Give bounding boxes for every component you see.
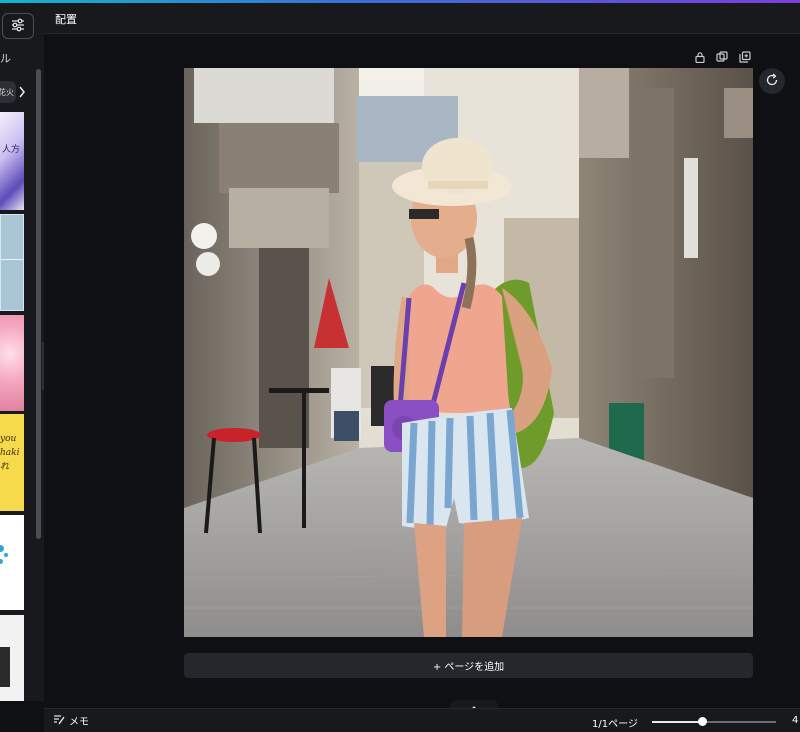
lock-button[interactable] <box>692 49 708 65</box>
zoom-level[interactable]: 4 <box>792 715 798 726</box>
template-thumbnail[interactable]: 人方 <box>0 112 24 210</box>
filter-chip-hanabi[interactable]: 花火 <box>0 81 16 103</box>
section-label: ル <box>0 52 11 65</box>
duplicate-icon <box>716 48 728 67</box>
add-page-button[interactable]: + ページを追加 <box>184 653 753 678</box>
chevron-right-icon[interactable] <box>16 85 28 99</box>
lock-icon <box>694 48 706 67</box>
template-thumbnail[interactable]: you haki れ <box>0 414 24 511</box>
filter-button[interactable] <box>2 13 34 39</box>
page-indicator[interactable]: 1/1ページ <box>592 715 638 730</box>
refresh-icon <box>765 72 779 91</box>
editor-footer: メモ 1/1ページ 4 <box>44 708 800 732</box>
thumbnail-text: 人方 <box>2 145 21 155</box>
scrollbar[interactable] <box>36 69 41 539</box>
notes-button[interactable]: メモ <box>53 713 89 728</box>
notes-icon <box>53 713 65 728</box>
duplicate-page-button[interactable] <box>714 49 730 65</box>
regenerate-button[interactable] <box>759 68 785 94</box>
template-thumbnail[interactable] <box>0 315 24 411</box>
zoom-slider[interactable] <box>652 717 776 726</box>
page-title: 配置 <box>55 13 77 26</box>
editor-header: 配置 <box>44 3 800 34</box>
notes-label: メモ <box>69 717 89 728</box>
zoom-slider-fill <box>652 721 702 723</box>
template-thumbnail[interactable] <box>0 515 24 610</box>
zoom-slider-handle[interactable] <box>697 717 707 726</box>
add-page-icon <box>739 48 751 67</box>
add-page-icon-button[interactable] <box>737 49 753 65</box>
template-thumbnail[interactable] <box>0 214 24 311</box>
canvas-page-photo[interactable] <box>184 68 753 637</box>
side-panel: ル 花火 人方 you haki れ <box>0 3 44 701</box>
thumbnail-text: you haki れ <box>0 434 20 472</box>
sliders-icon <box>11 17 25 36</box>
street-photo <box>184 68 753 637</box>
template-thumbnail[interactable] <box>0 615 24 701</box>
